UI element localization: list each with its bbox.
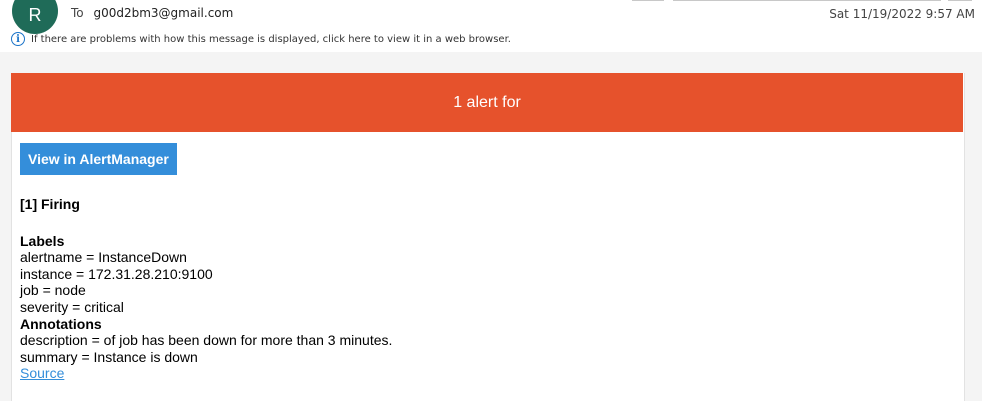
sender-avatar[interactable]: R	[12, 0, 58, 34]
display-info-text[interactable]: If there are problems with how this mess…	[31, 34, 511, 45]
label-item: severity = critical	[20, 298, 124, 315]
alert-banner-text: 1 alert for	[453, 93, 521, 111]
recipient-line: To g00d2bm3@gmail.com	[71, 6, 233, 20]
label-item: instance = 172.31.28.210:9100	[20, 265, 213, 282]
header-button-4[interactable]	[849, 0, 941, 1]
header-button-3[interactable]	[763, 0, 851, 1]
header-button-2[interactable]	[673, 0, 765, 1]
recipient-address[interactable]: g00d2bm3@gmail.com	[93, 6, 233, 20]
label-item: job = node	[20, 282, 86, 299]
annotation-item: summary = Instance is down	[20, 348, 198, 365]
annotations-heading: Annotations	[20, 315, 102, 332]
firing-heading: [1] Firing	[20, 196, 80, 212]
to-label: To	[71, 6, 84, 20]
alert-details: [1] Firing Labels alertname = InstanceDo…	[20, 196, 392, 382]
annotation-item: description = of job has been down for m…	[20, 332, 393, 349]
display-info-bar[interactable]: i If there are problems with how this me…	[11, 32, 511, 46]
label-item: alertname = InstanceDown	[20, 249, 187, 266]
alert-banner: 1 alert for	[11, 73, 963, 132]
source-link[interactable]: Source	[20, 365, 64, 381]
view-in-alertmanager-button[interactable]: View in AlertManager	[20, 143, 177, 175]
avatar-initial: R	[28, 4, 42, 25]
header-button-1[interactable]	[632, 0, 664, 1]
message-date: Sat 11/19/2022 9:57 AM	[829, 7, 975, 21]
labels-heading: Labels	[20, 232, 65, 249]
info-icon: i	[11, 32, 25, 46]
header-button-5[interactable]	[948, 0, 972, 1]
